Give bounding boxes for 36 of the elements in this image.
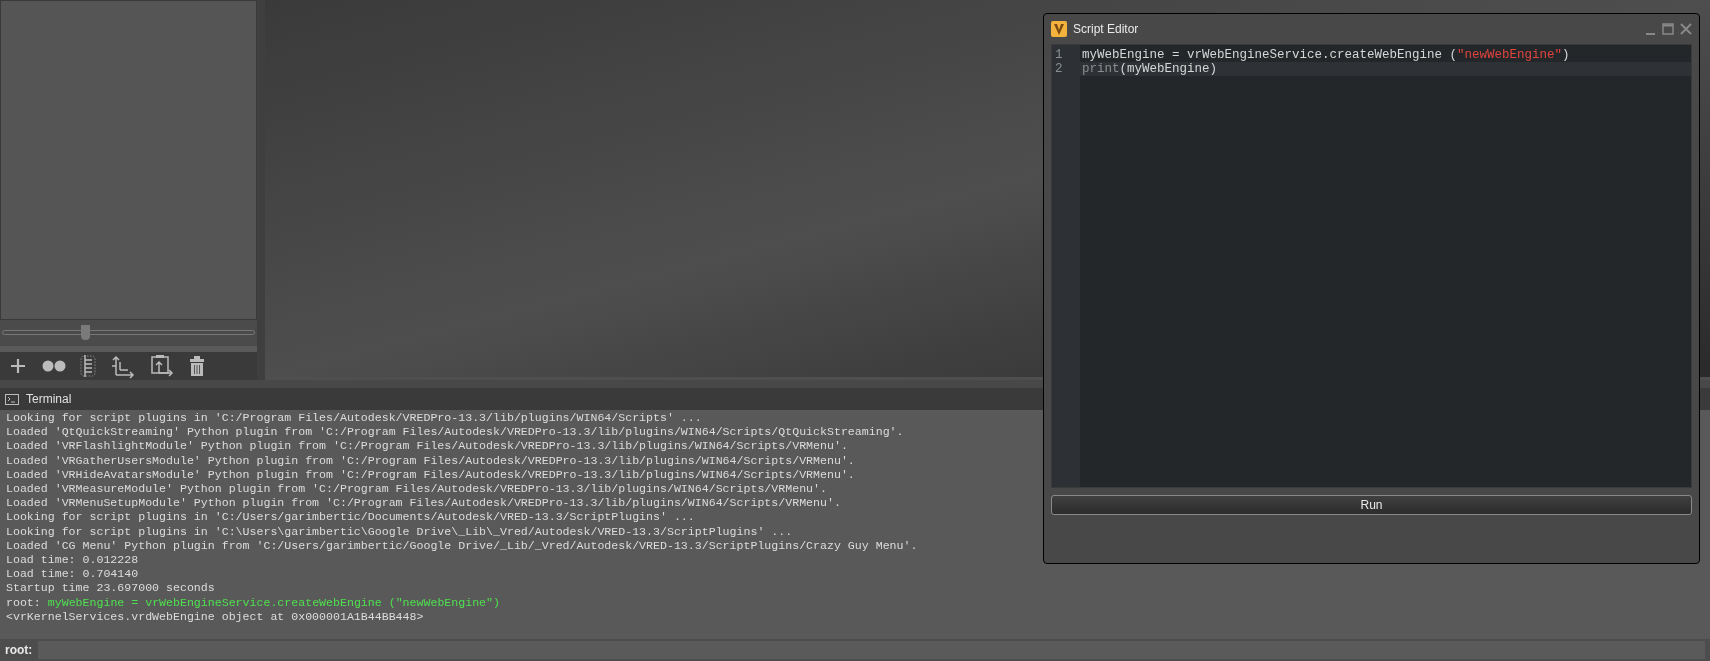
command-text: myWebEngine = vrWebEngineService.createWebEngine ("newWebEngine") — [47, 595, 500, 609]
output-line: <vrKernelServices.vrdWebEngine object at 0x000001A1B44BB448> — [6, 609, 424, 625]
slider-thumb[interactable] — [81, 325, 91, 340]
output-line: Looking for script plugins in 'C:/Users/garimbertic/Documents/Autodesk/VRED-13.3/ScriptPlugins' ... — [6, 510, 695, 525]
axes-arrows-icon[interactable] — [110, 353, 136, 379]
window-title: Script Editor — [1073, 21, 1140, 38]
maximize-icon[interactable] — [1662, 23, 1674, 35]
slider[interactable] — [2, 325, 255, 341]
two-dots-icon[interactable] — [42, 359, 66, 373]
terminal-icon — [5, 393, 19, 405]
output-line: Loaded 'VRMenuSetupModule' Python plugin from 'C:/Program Files/Autodesk/VREDPro-13.3/lib/plugins/WIN64/Scripts/VRMenu'. — [6, 496, 841, 511]
output-line: Load time: 0.704140 — [6, 567, 139, 582]
prompt-text: root: — [6, 595, 41, 609]
trash-icon[interactable] — [188, 355, 206, 377]
output-line: Looking for script plugins in 'C:/Program Files/Autodesk/VREDPro-13.3/lib/plugins/WIN64/Scripts' ... — [6, 411, 702, 426]
panel-title: Terminal — [26, 391, 72, 408]
output-line: Loaded 'CG Menu' Python plugin from 'C:/Users/garimbertic/Google Drive/_Lib/_Vred/Autodesk/VRED-13.3/ScriptPlugins/Crazy Guy Menu'. — [6, 538, 918, 554]
output-line: Startup time 23.697000 seconds — [6, 581, 215, 596]
output-line: Loaded 'VRHideAvatarsModule' Python plugin from 'C:/Program Files/Autodesk/VREDPro-13.3/lib/plugins/WIN64/Scripts/VRMenu'. — [6, 467, 855, 482]
close-icon[interactable] — [1680, 23, 1692, 35]
code-editor[interactable]: 1 2 myWebEngine = vrWebEngineService.createWebEngine ("newWebEngine") print(myWebEngine) — [1051, 44, 1692, 488]
code-line: myWebEngine = vrWebEngineService.createWebEngine ("newWebEngine") — [1081, 48, 1571, 62]
output-line: Load time: 0.012228 — [6, 553, 139, 568]
app-logo-icon — [1051, 21, 1067, 37]
line-number: 1 — [1054, 48, 1064, 62]
prompt-label: root: — [5, 642, 33, 659]
output-line: Looking for script plugins in 'C:\Users\garimbertic\Google Drive\_Lib\_Vred/Autodesk/VRED-13.3/ScriptPlugins' ... — [6, 524, 793, 539]
ladder-icon[interactable] — [80, 354, 96, 378]
line-number: 2 — [1054, 62, 1064, 76]
output-line: Loaded 'QtQuickStreaming' Python plugin from 'C:/Program Files/Autodesk/VREDPro-13.3/lib/plugins/WIN64/Scripts/QtQuickStreaming'. — [6, 425, 904, 440]
frame-arrow-icon[interactable] — [150, 353, 174, 379]
output-line: Loaded 'VRGatherUsersModule' Python plugin from 'C:/Program Files/Autodesk/VREDPro-13.3/lib/plugins/WIN64/Scripts/VRMenu'. — [6, 453, 855, 468]
plus-icon[interactable] — [8, 356, 28, 376]
run-button[interactable]: Run — [1051, 495, 1692, 515]
output-line: Loaded 'VRFlashlightModule' Python plugin from 'C:/Program Files/Autodesk/VREDPro-13.3/lib/plugins/WIN64/Scripts/VRMenu'. — [6, 439, 848, 454]
output-line: Loaded 'VRMeasureModule' Python plugin from 'C:/Program Files/Autodesk/VREDPro-13.3/lib/plugins/WIN64/Scripts/VRMenu'. — [6, 482, 827, 497]
